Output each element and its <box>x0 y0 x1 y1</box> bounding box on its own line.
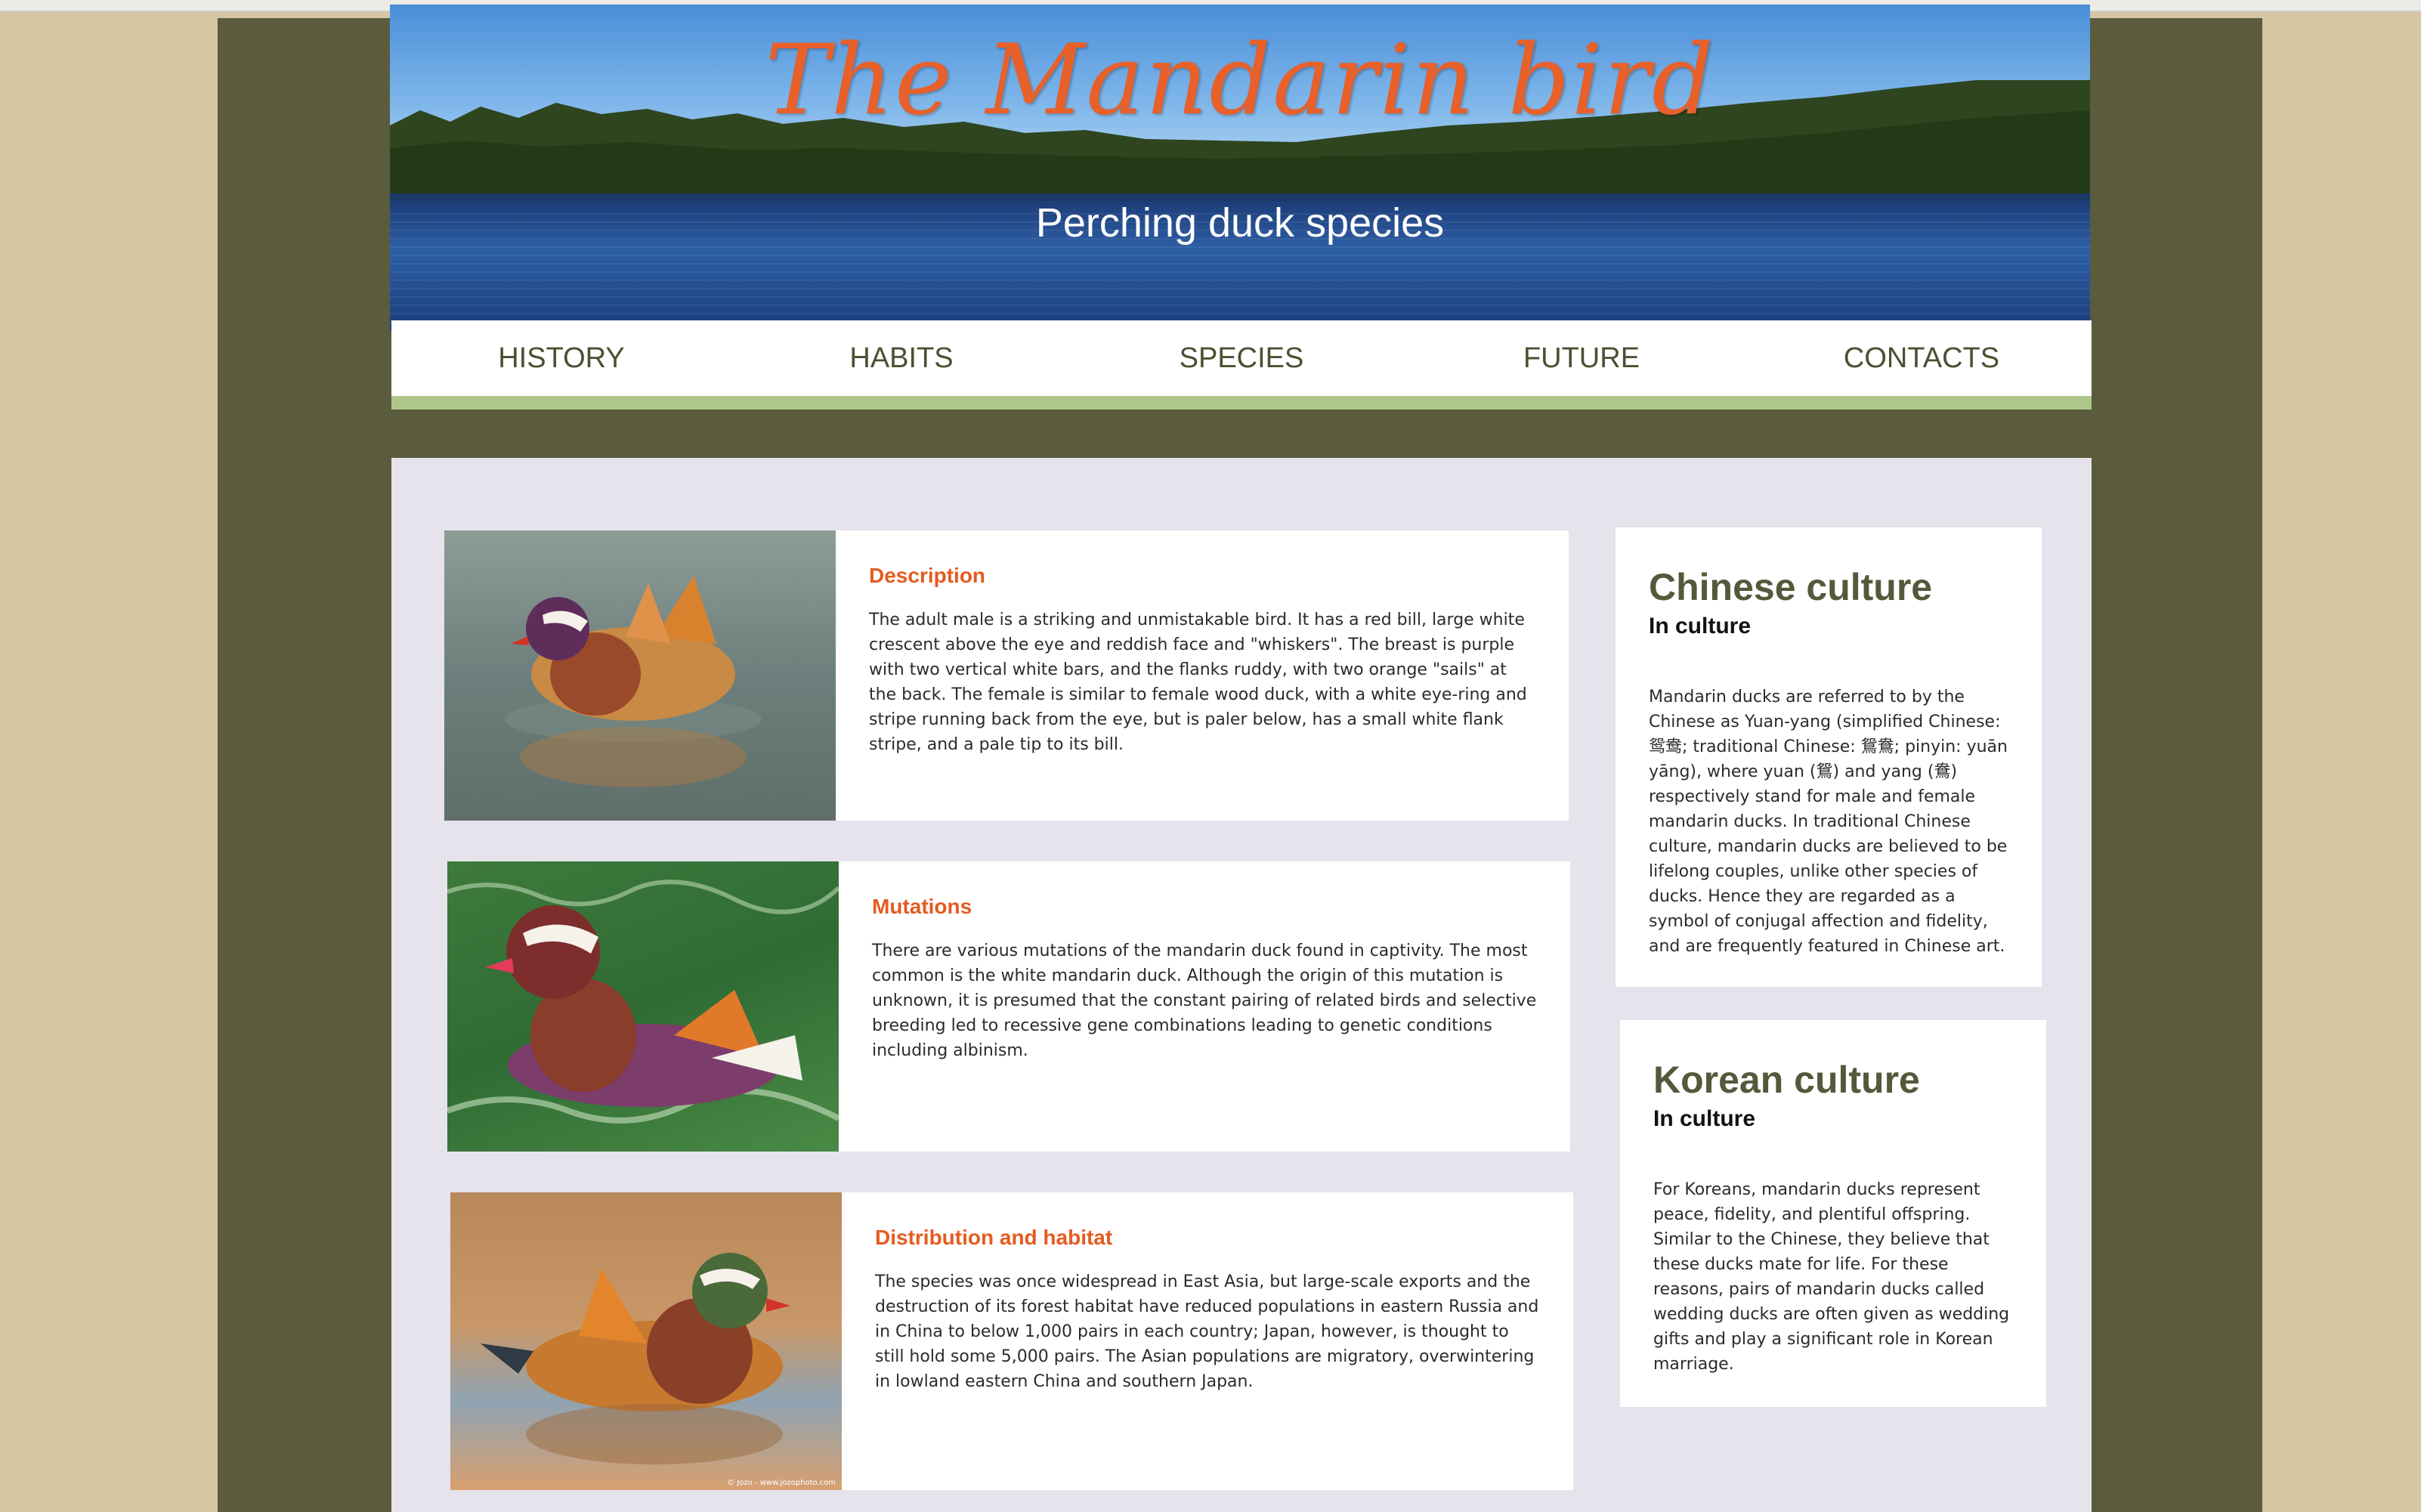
main-navigation: HISTORY HABITS SPECIES FUTURE CONTACTS <box>391 320 2092 396</box>
site-subtitle: Perching duck species <box>1035 200 1445 246</box>
mandarin-duck-image <box>481 1253 790 1464</box>
article-card-description: Description The adult male is a striking… <box>444 530 1569 821</box>
sidebar-title: Korean culture <box>1653 1059 1920 1101</box>
site-title: The Mandarin bird <box>765 24 1715 137</box>
nav-item-history[interactable]: HISTORY <box>391 320 731 396</box>
article-text: The species was once widespread in East … <box>875 1272 1539 1391</box>
article-text: The adult male is a striking and unmista… <box>869 611 1527 754</box>
sidebar-subtitle: In culture <box>1653 1106 1756 1131</box>
nav-item-species[interactable]: SPECIES <box>1071 320 1411 396</box>
duck-photo-description <box>444 530 836 821</box>
duck-photo-mutations <box>447 861 839 1152</box>
sidebar-text: Mandarin ducks are referred to by the Ch… <box>1649 688 2008 956</box>
photo-credit: © Jozo - www.jozophoto.com <box>727 1479 836 1487</box>
nav-item-habits[interactable]: HABITS <box>731 320 1071 396</box>
article-body: Distribution and habitat The species was… <box>842 1192 1573 1490</box>
sidebar-card-korean-culture: Korean culture In culture For Koreans, m… <box>1620 1020 2046 1407</box>
mandarin-duck-image <box>505 576 762 787</box>
nav-item-contacts[interactable]: CONTACTS <box>1752 320 2092 396</box>
duck-photo-distribution: © Jozo - www.jozophoto.com <box>450 1192 842 1490</box>
article-body: Mutations There are various mutations of… <box>839 861 1570 1152</box>
sidebar-title: Chinese culture <box>1649 566 1933 608</box>
content-panel: Description The adult male is a striking… <box>391 458 2092 1512</box>
nav-accent-bar <box>391 396 2092 410</box>
article-card-distribution: © Jozo - www.jozophoto.com Distribution … <box>450 1192 1573 1490</box>
mandarin-duck-image <box>447 880 839 1124</box>
nav-item-future[interactable]: FUTURE <box>1411 320 1752 396</box>
article-heading: Distribution and habitat <box>875 1226 1113 1249</box>
article-heading: Mutations <box>872 895 972 918</box>
article-card-mutations: Mutations There are various mutations of… <box>447 861 1570 1152</box>
article-body: Description The adult male is a striking… <box>836 530 1569 821</box>
article-text: There are various mutations of the manda… <box>872 942 1537 1060</box>
sidebar-subtitle: In culture <box>1649 614 1752 639</box>
article-heading: Description <box>869 564 986 587</box>
sidebar-card-chinese-culture: Chinese culture In culture Mandarin duck… <box>1616 527 2042 987</box>
header-banner: The Mandarin bird Perching duck species <box>390 5 2090 331</box>
sidebar-text: For Koreans, mandarin ducks represent pe… <box>1653 1180 2010 1374</box>
